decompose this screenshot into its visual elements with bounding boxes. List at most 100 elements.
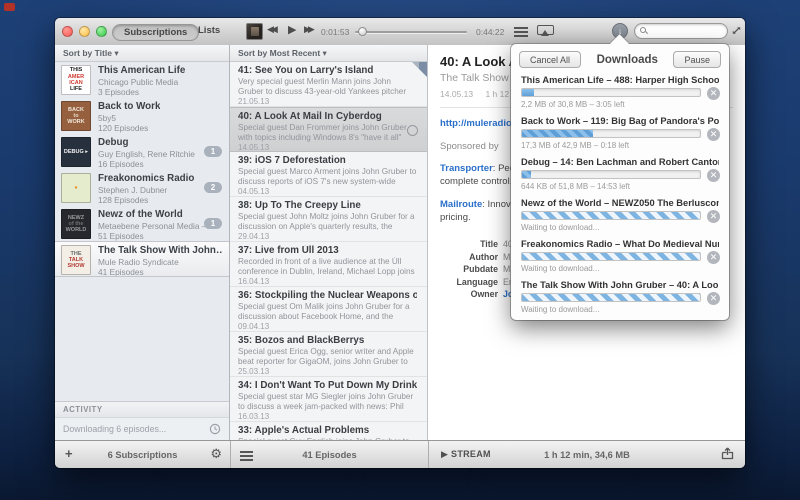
metadata-label: Owner <box>440 288 498 301</box>
episodes-count: 41 Episodes <box>302 450 356 460</box>
podcast-episode-count: 16 Episodes <box>98 159 195 169</box>
settings-gear-icon[interactable]: ⚙ <box>210 446 222 462</box>
wallpaper-red-speck <box>4 3 15 11</box>
episode-row[interactable]: 34: I Don't Want To Put Down My Drink Sp… <box>230 377 427 422</box>
tab-subscriptions[interactable]: Subscriptions <box>112 24 199 41</box>
podcast-title: Debug <box>98 137 195 149</box>
sidebar-sort-header[interactable]: Sort by Title ▾ <box>55 45 229 62</box>
metadata-label: Pubdate <box>440 263 498 276</box>
podcast-author: Chicago Public Media <box>98 77 185 87</box>
episode-row[interactable]: 40: A Look At Mail In Cyberdog Special g… <box>230 107 427 152</box>
episode-title: 38: Up To The Creepy Line <box>238 200 417 212</box>
list-view-icon[interactable] <box>240 451 253 453</box>
cancel-download-button[interactable]: ✕ <box>707 210 720 223</box>
popover-title: Downloads <box>597 54 658 66</box>
artwork-text: WORLD <box>62 227 90 233</box>
download-status: 2,2 MB of 30,8 MB – 3:05 left <box>521 100 719 110</box>
zoom-button[interactable] <box>96 26 107 37</box>
fullscreen-icon[interactable] <box>731 25 742 36</box>
pause-button[interactable]: Pause <box>673 51 721 68</box>
play-button[interactable]: ▶ <box>288 23 296 36</box>
download-status: Waiting to download... <box>521 305 719 315</box>
podcast-row[interactable]: THIS AMER ICAN LIFE This American Life C… <box>55 62 229 98</box>
podcast-row[interactable]: ● Freakonomics Radio Stephen J. Dubner 1… <box>55 170 229 206</box>
episode-row[interactable]: 41: See You on Larry's Island Very speci… <box>230 62 427 107</box>
episode-date: 21.05.13 <box>238 97 417 107</box>
cancel-download-button[interactable]: ✕ <box>707 292 720 305</box>
episode-description: Very special guest Merlin Mann joins Joh… <box>238 77 417 97</box>
podcast-episode-count: 51 Episodes <box>98 231 215 241</box>
fast-forward-button[interactable]: ▶▶ <box>304 24 312 35</box>
sponsor-link[interactable]: Transporter <box>440 163 493 174</box>
tab-lists[interactable]: Lists <box>198 25 220 36</box>
podcast-title: This American Life <box>98 65 185 77</box>
artwork-text: LIFE <box>62 86 90 92</box>
download-title: Debug – 14: Ben Lachman and Robert Canto… <box>521 157 719 167</box>
airplay-icon[interactable] <box>537 25 554 35</box>
download-progress-bar <box>521 211 701 220</box>
cancel-download-button[interactable]: ✕ <box>707 169 720 182</box>
sponsor-link[interactable]: Mailroute <box>440 199 482 210</box>
close-button[interactable] <box>62 26 73 37</box>
artwork-text: DEBUG ▸ <box>62 149 90 155</box>
download-progress-bar <box>521 88 701 97</box>
statusbar-episodes-section: 41 Episodes <box>231 441 429 468</box>
episode-sort-header[interactable]: Sort by Most Recent ▾ <box>230 45 427 62</box>
episode-row[interactable]: 35: Bozos and BlackBerrys Special guest … <box>230 332 427 377</box>
podcast-row[interactable]: THE TALK SHOW The Talk Show With John… M… <box>55 241 229 277</box>
cancel-download-button[interactable]: ✕ <box>707 251 720 264</box>
episode-row[interactable]: 33: Apple's Actual Problems Special gues… <box>230 422 427 440</box>
download-progress-fill <box>522 171 531 178</box>
subscriptions-count: 6 Subscriptions <box>108 450 178 460</box>
cancel-download-button[interactable]: ✕ <box>707 128 720 141</box>
download-progress-bar <box>521 293 701 302</box>
episode-date: 16.03.13 <box>238 412 417 422</box>
stream-button[interactable]: ▶ STREAM <box>441 449 491 460</box>
search-field[interactable] <box>634 23 728 39</box>
episode-description: Special guest John Moltz joins John Grub… <box>238 212 417 232</box>
add-subscription-button[interactable]: + <box>65 446 73 461</box>
download-title: The Talk Show With John Gruber – 40: A L… <box>521 280 719 290</box>
podcast-author: 5by5 <box>98 113 160 123</box>
search-input[interactable] <box>649 25 727 39</box>
episode-row[interactable]: 36: Stockpiling the Nuclear Weapons of… … <box>230 287 427 332</box>
podcast-artwork: NEWZ of the WORLD <box>61 209 91 239</box>
episode-row[interactable]: 37: Live from Úll 2013 Recorded in front… <box>230 242 427 287</box>
download-item: Debug – 14: Ben Lachman and Robert Canto… <box>511 153 729 194</box>
rewind-button[interactable]: ◀◀ <box>267 24 275 35</box>
download-progress-bar <box>521 129 701 138</box>
cancel-download-button[interactable]: ✕ <box>707 87 720 100</box>
cancel-all-button[interactable]: Cancel All <box>519 51 581 68</box>
episode-title: 39: iOS 7 Deforestation <box>238 155 417 167</box>
episode-row[interactable]: 39: iOS 7 Deforestation Special guest Ma… <box>230 152 427 197</box>
podcast-title: Freakonomics Radio <box>98 173 194 185</box>
playlist-icon[interactable] <box>514 27 528 29</box>
download-title: Newz of the World – NEWZ050 The Berlusco… <box>521 198 719 208</box>
activity-row: Downloading 6 episodes... <box>55 418 229 440</box>
episode-row[interactable]: 38: Up To The Creepy Line Special guest … <box>230 197 427 242</box>
podcast-row[interactable]: NEWZ of the WORLD Newz of the World Meta… <box>55 206 229 242</box>
download-progress-fill <box>522 130 593 137</box>
share-icon[interactable] <box>720 446 735 461</box>
minimize-button[interactable] <box>79 26 90 37</box>
podcast-row[interactable]: BACK to WORK Back to Work 5by5 120 Episo… <box>55 98 229 134</box>
download-status: Waiting to download... <box>521 264 719 274</box>
statusbar-subscriptions-section: + 6 Subscriptions ⚙ <box>55 441 231 468</box>
podcast-info: Freakonomics Radio Stephen J. Dubner 128… <box>91 173 194 206</box>
episode-title: 36: Stockpiling the Nuclear Weapons of… <box>238 290 417 302</box>
activity-header: ACTIVITY <box>55 401 229 418</box>
remaining-time: 0:44:22 <box>476 27 504 37</box>
download-progress-fill <box>522 294 700 301</box>
episode-title: 35: Bozos and BlackBerrys <box>238 335 417 347</box>
podcast-title: The Talk Show With John… <box>98 245 223 257</box>
download-item: Newz of the World – NEWZ050 The Berlusco… <box>511 194 729 235</box>
now-playing-artwork <box>246 23 263 40</box>
activity-clock-icon[interactable] <box>209 423 221 435</box>
episode-date: 04.05.13 <box>238 187 417 197</box>
seek-knob[interactable] <box>358 27 367 36</box>
activity-status: Downloading 6 episodes... <box>63 424 209 434</box>
episode-description: Special guest Om Malik joins John Gruber… <box>238 302 417 322</box>
download-progress-icon <box>407 125 418 136</box>
podcast-row[interactable]: DEBUG ▸ Debug Guy English, Rene Ritchie … <box>55 134 229 170</box>
seek-slider[interactable] <box>355 31 467 33</box>
